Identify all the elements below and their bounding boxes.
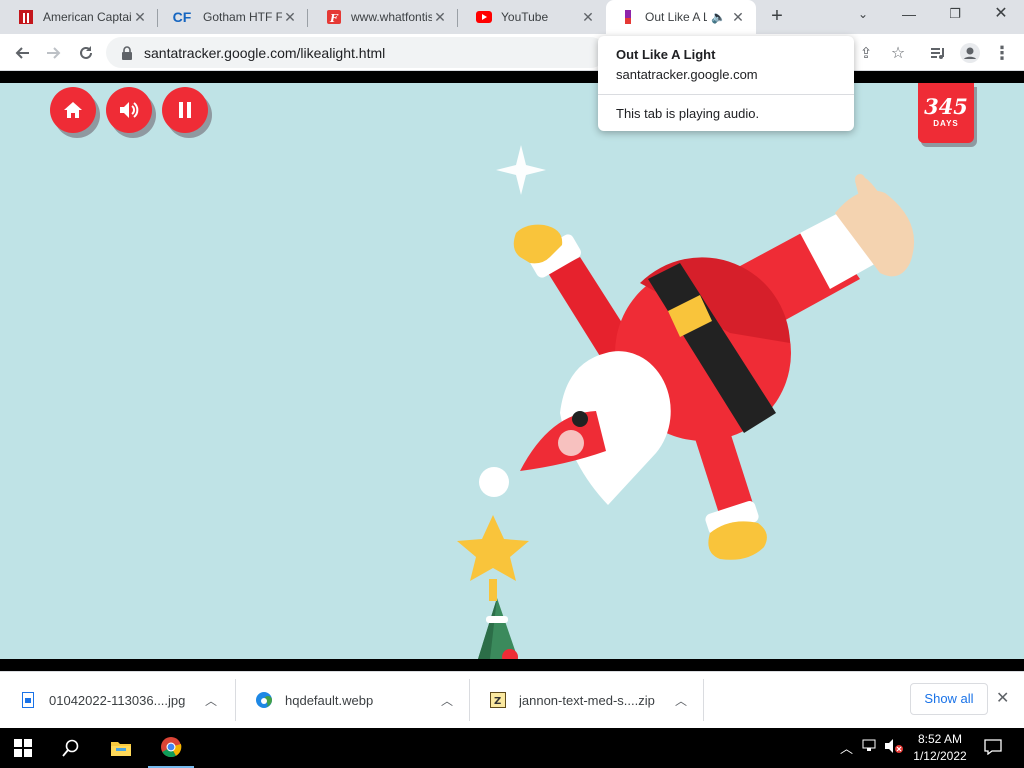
svg-text:Z: Z — [494, 696, 501, 707]
tab-whatfontis[interactable]: F www.whatfontis.com ✕ — [308, 0, 458, 34]
close-download-bar-icon[interactable]: ✕ — [996, 688, 1009, 708]
window-close-button[interactable]: ✕ — [978, 0, 1024, 30]
hover-card-title: Out Like A Light — [616, 47, 716, 62]
whatfontis-icon: F — [326, 9, 342, 25]
close-icon[interactable]: ✕ — [282, 9, 298, 26]
windows-taskbar: ︿ 8:52 AM 1/12/2022 — [0, 728, 1024, 768]
system-clock[interactable]: 8:52 AM 1/12/2022 — [906, 731, 974, 765]
close-icon[interactable]: ✕ — [432, 9, 448, 26]
profile-avatar[interactable] — [956, 39, 984, 67]
address-bar[interactable]: santatracker.google.com/likealight.html — [106, 37, 606, 68]
svg-text:F: F — [329, 12, 339, 25]
santa-figure — [513, 174, 915, 560]
santa-tracker-icon — [620, 9, 636, 25]
chrome-icon — [161, 737, 182, 758]
tab-youtube[interactable]: YouTube ✕ — [458, 0, 606, 34]
start-button[interactable] — [0, 728, 46, 768]
chevron-up-icon[interactable]: ︿ — [441, 692, 453, 709]
url-text: santatracker.google.com/likealight.html — [144, 44, 386, 61]
tab-american-captain[interactable]: American Captain ✕ — [0, 0, 158, 34]
playlist-icon — [931, 48, 944, 59]
image-file-icon — [20, 692, 36, 708]
hover-card-divider — [598, 94, 854, 95]
speaker-icon[interactable]: 🔈 — [711, 10, 726, 24]
forward-arrow-icon — [47, 47, 61, 59]
search-icon — [62, 739, 79, 757]
download-item[interactable]: hqdefault.webp ︿ — [236, 679, 470, 721]
tab-gotham-htf[interactable]: CF Gotham HTF Font ✕ — [158, 0, 308, 34]
minimize-button[interactable]: — — [886, 0, 932, 30]
download-item[interactable]: Z jannon-text-med-s....zip ︿ — [470, 679, 704, 721]
download-filename: 01042022-113036....jpg — [49, 692, 186, 708]
lock-icon — [122, 45, 132, 60]
download-item[interactable]: 01042022-113036....jpg ︿ — [0, 679, 236, 721]
hover-card-audio-status: This tab is playing audio. — [616, 106, 760, 121]
tab-strip: American Captain ✕ CF Gotham HTF Font ✕ … — [0, 0, 1024, 34]
close-icon[interactable]: ✕ — [730, 9, 746, 26]
reload-icon — [80, 46, 92, 59]
tab-search-chevron-icon[interactable]: ⌄ — [840, 0, 886, 30]
cf-icon: CF — [172, 9, 192, 25]
bookmark-star-icon[interactable]: ☆ — [884, 39, 912, 67]
tab-title: Out Like A Light — [645, 10, 708, 24]
download-bar: 01042022-113036....jpg ︿ hqdefault.webp … — [0, 671, 1024, 728]
network-icon[interactable] — [862, 738, 878, 755]
clock-date: 1/12/2022 — [913, 749, 967, 763]
tab-title: www.whatfontis.com — [351, 10, 432, 24]
tab-title: Gotham HTF Font — [203, 10, 282, 24]
close-icon[interactable]: ✕ — [580, 9, 596, 26]
chevron-up-icon[interactable]: ︿ — [675, 692, 687, 709]
notifications-icon[interactable] — [984, 739, 1002, 758]
tab-hover-card: Out Like A Light santatracker.google.com… — [598, 36, 854, 131]
media-control-icon[interactable] — [924, 39, 952, 67]
file-explorer-button[interactable] — [98, 728, 144, 768]
avatar-icon — [960, 43, 980, 63]
close-icon[interactable]: ✕ — [132, 9, 148, 26]
zip-file-icon: Z — [490, 692, 506, 708]
show-all-button[interactable]: Show all — [910, 683, 988, 715]
star-icon — [457, 515, 529, 581]
download-filename: hqdefault.webp — [285, 692, 374, 708]
chevron-up-icon[interactable]: ︿ — [840, 738, 853, 757]
search-button[interactable] — [48, 728, 94, 768]
red-document-icon — [18, 9, 34, 25]
tab-title: YouTube — [501, 10, 549, 24]
forward-button[interactable] — [40, 39, 68, 67]
volume-muted-icon[interactable] — [884, 738, 904, 757]
clock-time: 8:52 AM — [917, 732, 963, 746]
tab-out-like-a-light[interactable]: Out Like A Light 🔈 ✕ — [606, 0, 756, 34]
back-button[interactable] — [8, 39, 36, 67]
game-canvas[interactable]: 345 DAYS — [0, 83, 1024, 659]
windows-logo-icon — [14, 739, 32, 757]
share-icon[interactable]: ⇪ — [852, 39, 880, 67]
chevron-up-icon[interactable]: ︿ — [205, 692, 217, 709]
santa-illustration — [457, 145, 915, 659]
download-filename: jannon-text-med-s....zip — [519, 692, 655, 708]
hover-card-domain: santatracker.google.com — [616, 67, 758, 82]
menu-kebab-icon[interactable]: ⋮ — [988, 39, 1016, 67]
sparkle-icon — [496, 145, 546, 195]
tab-title: American Captain — [43, 10, 132, 24]
new-tab-button[interactable]: + — [766, 5, 788, 27]
game-area: 345 DAYS — [0, 72, 1024, 671]
edge-icon — [256, 692, 272, 708]
back-arrow-icon — [15, 47, 29, 59]
youtube-icon — [476, 9, 492, 25]
reload-button[interactable] — [72, 39, 100, 67]
chrome-taskbar-button[interactable] — [148, 728, 194, 768]
folder-icon — [111, 742, 131, 756]
restore-button[interactable]: ❐ — [932, 0, 978, 30]
christmas-tree — [478, 598, 518, 659]
download-divider — [703, 679, 704, 721]
browser-toolbar: santatracker.google.com/likealight.html … — [0, 34, 1024, 71]
hat-pompom — [479, 467, 509, 497]
